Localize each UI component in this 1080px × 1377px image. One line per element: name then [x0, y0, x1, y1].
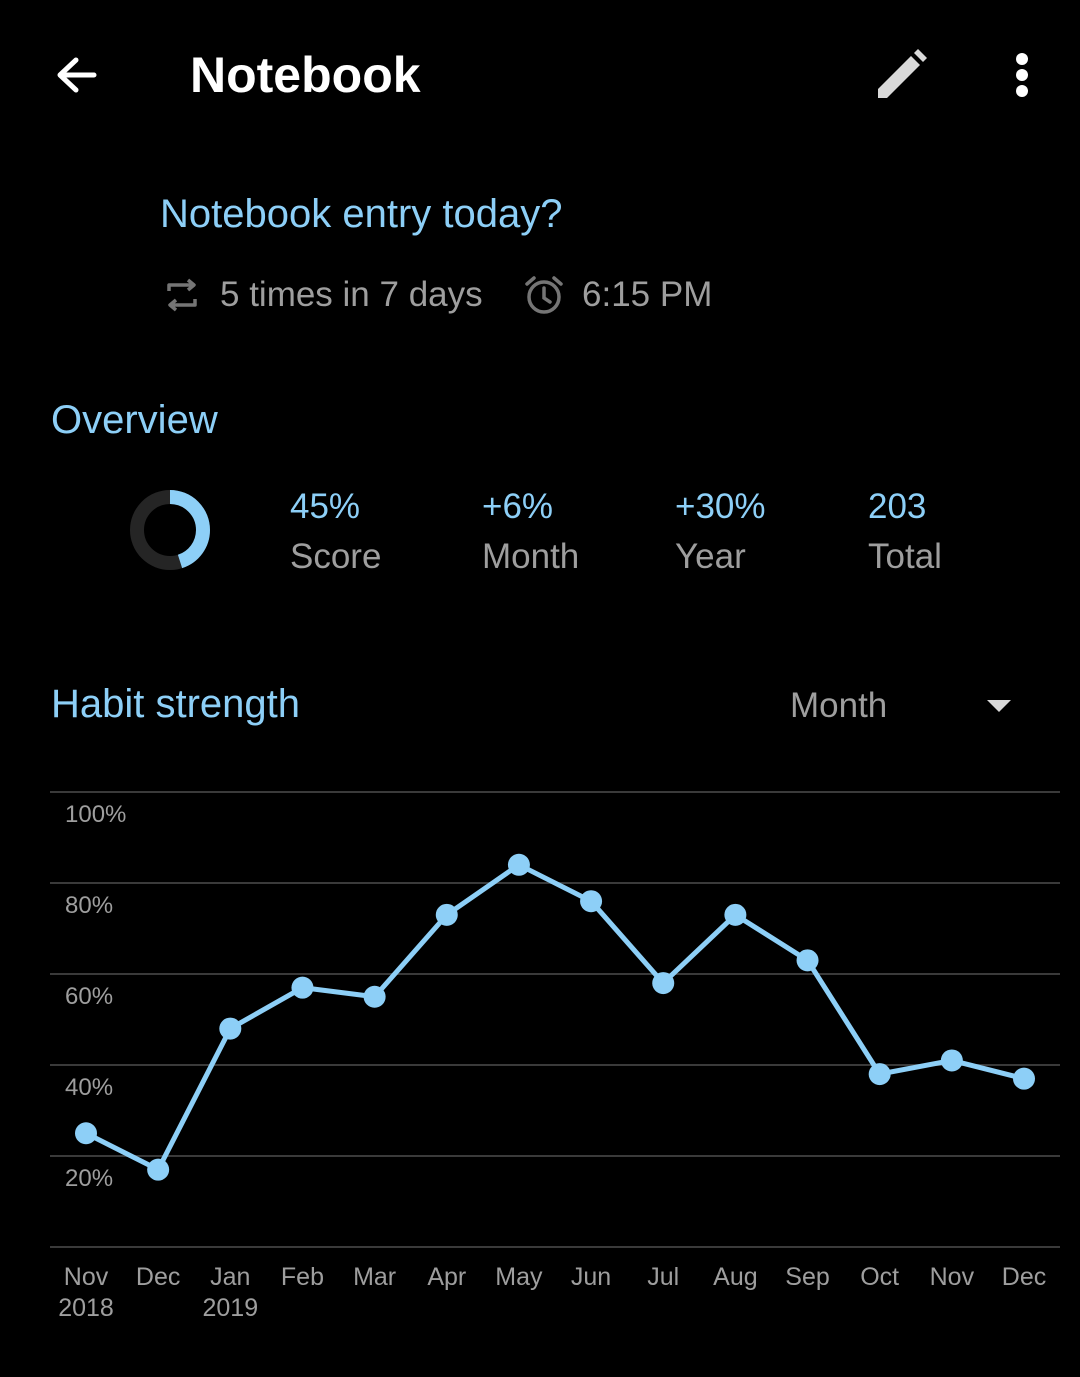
overview-title: Overview [51, 398, 218, 442]
x-tick-label: Feb [281, 1263, 324, 1291]
data-point [652, 972, 675, 995]
x-tick-year-label: 2018 [58, 1294, 114, 1322]
data-point [219, 1017, 242, 1040]
stat-value: +30% [675, 487, 766, 526]
x-tick-label: Jun [571, 1263, 611, 1291]
x-tick-label: May [495, 1263, 543, 1291]
x-tick-label: Sep [785, 1263, 829, 1291]
stat-label: Year [675, 537, 746, 576]
data-point [507, 853, 530, 876]
y-tick-label: 80% [65, 892, 113, 919]
x-tick-label: Dec [136, 1263, 180, 1291]
x-tick-label: Jul [647, 1263, 679, 1291]
stat-value: 45% [290, 487, 361, 526]
data-point [796, 949, 819, 972]
data-point [291, 976, 314, 999]
y-tick-label: 100% [65, 801, 126, 828]
repeat-icon [167, 278, 197, 312]
stat-value: +6% [482, 487, 554, 526]
y-tick-label: 20% [65, 1165, 113, 1192]
y-tick-label: 40% [65, 1074, 113, 1101]
data-point [435, 903, 458, 926]
period-dropdown[interactable]: Month [780, 680, 1040, 732]
pencil-icon [878, 49, 927, 98]
stat-value: 203 [868, 487, 927, 526]
data-point [147, 1158, 170, 1181]
back-button[interactable] [40, 40, 112, 112]
series-line [84, 862, 1025, 1173]
x-tick-year-label: 2019 [202, 1294, 258, 1322]
habit-strength-title: Habit strength [51, 682, 301, 726]
alarm-icon [525, 276, 563, 314]
x-tick-label: Nov [930, 1263, 975, 1291]
habit-strength-chart: 20% 40% 60% 80% 100% Nov 2018 Dec Jan 2019 Feb Mar A… [50, 791, 1060, 1322]
data-point [940, 1049, 963, 1072]
period-label: Month [790, 686, 888, 725]
x-tick-label: Mar [353, 1263, 396, 1291]
data-point [75, 1122, 97, 1145]
stat-label: Month [482, 537, 580, 576]
data-point [724, 903, 747, 926]
stat-year: +30% Year [675, 486, 855, 578]
frequency-text: 5 times in 7 days [220, 275, 483, 314]
score-ring [130, 490, 210, 570]
x-tick-label: Jan [210, 1263, 250, 1291]
more-vert-icon [1016, 53, 1028, 97]
stat-month: +6% Month [482, 486, 662, 578]
more-options-button[interactable] [986, 40, 1058, 112]
frequency-row: 5 times in 7 days [160, 268, 483, 322]
x-tick-label: Oct [860, 1263, 899, 1291]
dropdown-arrow-icon [987, 700, 1011, 712]
data-point [363, 985, 386, 1008]
reminder-time: 6:15 PM [582, 275, 713, 314]
x-tick-label: Nov [64, 1263, 109, 1291]
data-point [1013, 1067, 1035, 1090]
x-tick-label: Aug [713, 1263, 757, 1291]
data-point [580, 890, 603, 913]
arrow-back-icon [57, 57, 97, 93]
habit-question: Notebook entry today? [160, 192, 563, 236]
x-tick-label: Apr [427, 1263, 466, 1291]
stat-score: 45% Score [290, 486, 470, 578]
page-title: Notebook [190, 47, 421, 103]
x-tick-label: Dec [1002, 1263, 1046, 1291]
edit-button[interactable] [864, 40, 936, 112]
stat-total: 203 Total [868, 486, 1048, 578]
data-point [868, 1063, 891, 1086]
reminder-row: 6:15 PM [522, 268, 712, 322]
stat-label: Total [868, 537, 942, 576]
stat-label: Score [290, 537, 382, 576]
y-tick-label: 60% [65, 983, 113, 1010]
